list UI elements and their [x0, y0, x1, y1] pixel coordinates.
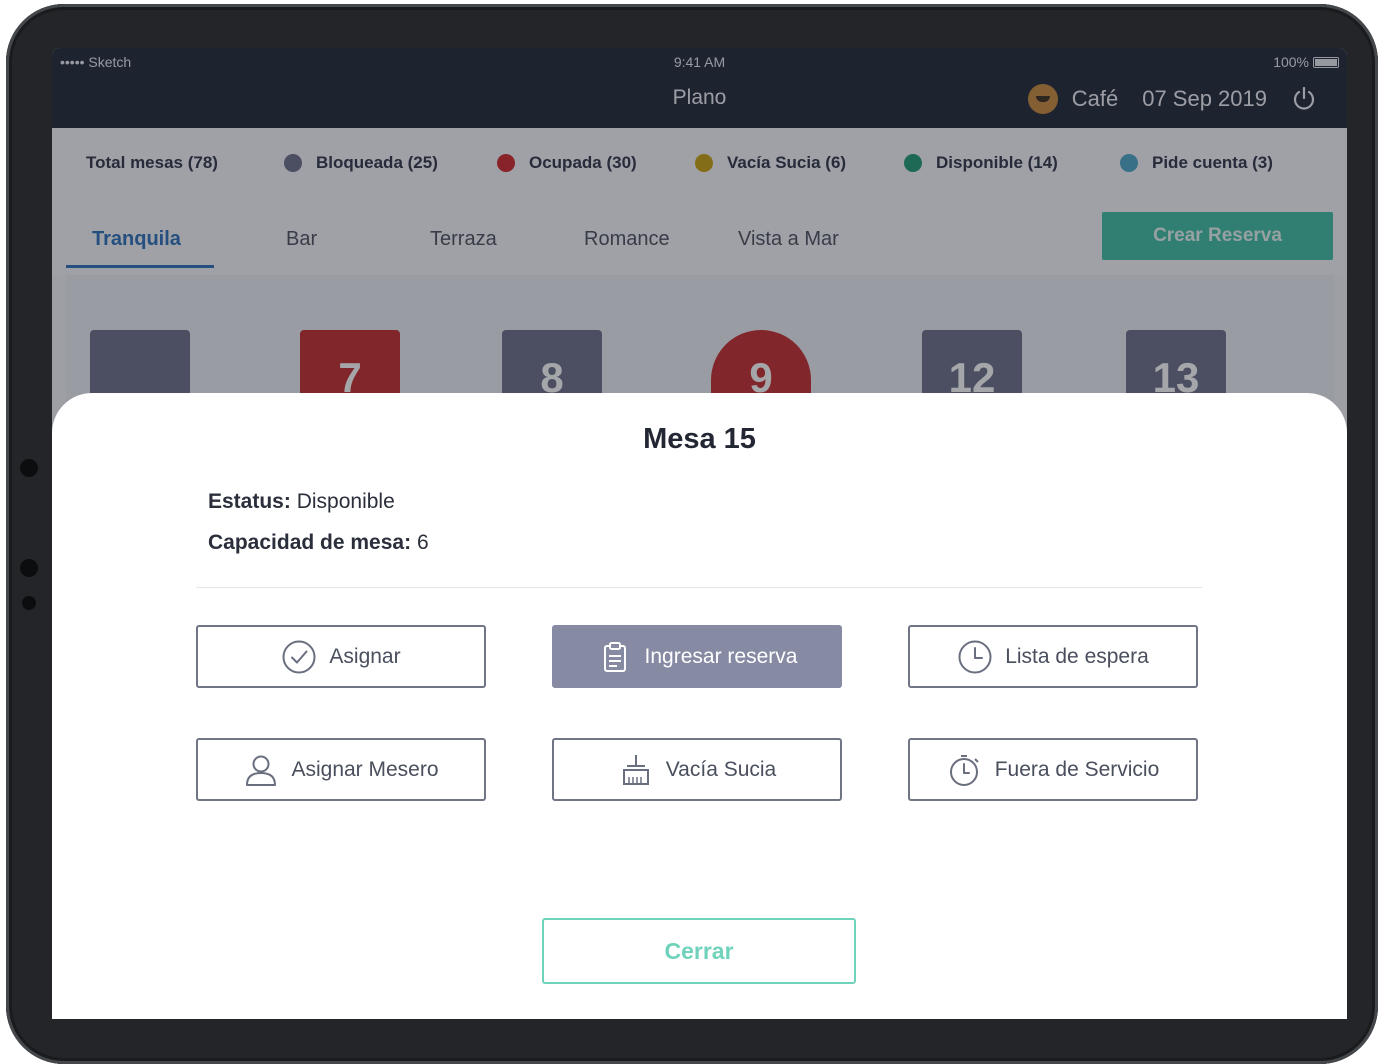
stopwatch-icon — [949, 754, 979, 786]
table-detail-modal: Mesa 15 Estatus: Disponible Capacidad de… — [52, 393, 1347, 1019]
waitlist-label: Lista de espera — [1005, 644, 1149, 668]
user-icon — [246, 755, 277, 786]
out-of-service-label: Fuera de Servicio — [994, 757, 1160, 781]
capacity-value: 6 — [416, 531, 429, 554]
status-value: Disponible — [296, 490, 395, 513]
status-row: Estatus: Disponible — [208, 490, 395, 514]
status-label: Estatus: — [208, 490, 291, 513]
out-of-service-button[interactable]: Fuera de Servicio — [908, 738, 1198, 801]
dirty-empty-button[interactable]: Vacía Sucia — [552, 738, 842, 801]
assign-label: Asignar — [329, 644, 401, 668]
capacity-row: Capacidad de mesa: 6 — [208, 531, 429, 555]
waitlist-button[interactable]: Lista de espera — [908, 625, 1198, 688]
broom-icon — [622, 754, 649, 785]
clipboard-icon — [603, 641, 626, 672]
side-button — [20, 559, 38, 577]
modal-title: Mesa 15 — [643, 423, 756, 455]
side-button — [20, 459, 38, 477]
assign-button[interactable]: Asignar — [196, 625, 486, 688]
dirty-empty-label: Vacía Sucia — [665, 757, 777, 781]
app-screen: ••••• Sketch 9:41 AM 100% Plano Café 07 … — [52, 48, 1347, 1019]
enter-reservation-label: Ingresar reserva — [644, 644, 798, 668]
divider — [196, 587, 1202, 588]
capacity-label: Capacidad de mesa: — [208, 531, 412, 554]
assign-waiter-button[interactable]: Asignar Mesero — [196, 738, 486, 801]
check-circle-icon — [282, 640, 316, 673]
close-button[interactable]: Cerrar — [542, 918, 856, 984]
clock-icon — [958, 640, 992, 673]
assign-waiter-label: Asignar Mesero — [291, 757, 439, 781]
side-button — [22, 596, 36, 610]
enter-reservation-button[interactable]: Ingresar reserva — [552, 625, 842, 688]
